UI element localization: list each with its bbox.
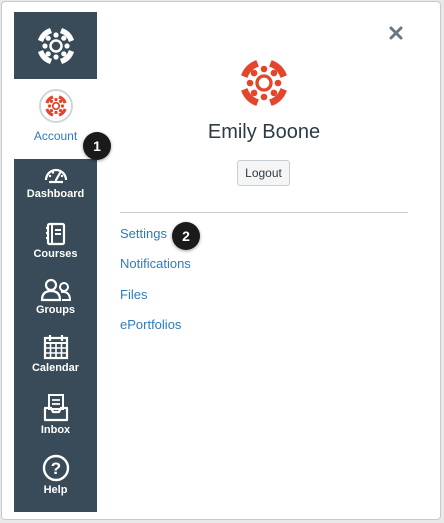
- nav-item-help[interactable]: ? Help: [14, 454, 97, 514]
- svg-text:?: ?: [50, 459, 60, 478]
- nav-item-groups-label: Groups: [35, 304, 76, 316]
- canvas-logo-icon: [37, 27, 74, 64]
- nav-item-calendar[interactable]: Calendar: [14, 334, 97, 394]
- notifications-link[interactable]: Notifications: [120, 256, 191, 271]
- nav-item-account-label: Account: [33, 129, 78, 143]
- logout-button[interactable]: Logout: [237, 160, 290, 186]
- nav-item-inbox[interactable]: Inbox: [14, 394, 97, 454]
- close-icon: [389, 26, 403, 40]
- close-button[interactable]: [385, 22, 407, 44]
- global-nav: Account Dashboard Courses Groups Calenda…: [14, 12, 97, 512]
- dashboard-icon: [44, 168, 67, 184]
- canvas-logo-icon: [44, 95, 67, 117]
- nav-item-groups[interactable]: Groups: [14, 278, 97, 338]
- canvas-logo-icon: [241, 60, 287, 106]
- nav-item-help-label: Help: [43, 484, 68, 496]
- eportfolios-link[interactable]: ePortfolios: [120, 317, 181, 332]
- groups-icon: [40, 278, 71, 302]
- account-avatar: [38, 89, 73, 123]
- settings-link[interactable]: Settings: [120, 226, 167, 241]
- courses-icon: [45, 222, 65, 246]
- nav-item-courses[interactable]: Courses: [14, 222, 97, 282]
- divider: [120, 212, 408, 213]
- files-link[interactable]: Files: [120, 287, 147, 302]
- nav-item-dashboard[interactable]: Dashboard: [14, 164, 97, 224]
- nav-item-calendar-label: Calendar: [31, 362, 80, 374]
- inbox-icon: [43, 394, 68, 422]
- callout-badge-1: 1: [83, 132, 111, 160]
- nav-item-dashboard-label: Dashboard: [26, 188, 85, 200]
- calendar-icon: [43, 335, 68, 360]
- profile-name: Emily Boone: [207, 121, 321, 143]
- profile-avatar: [236, 55, 292, 116]
- callout-badge-2: 2: [172, 222, 200, 250]
- help-icon: ?: [42, 454, 69, 482]
- canvas-logo[interactable]: [14, 12, 97, 79]
- nav-item-inbox-label: Inbox: [40, 424, 71, 436]
- nav-item-courses-label: Courses: [33, 248, 78, 260]
